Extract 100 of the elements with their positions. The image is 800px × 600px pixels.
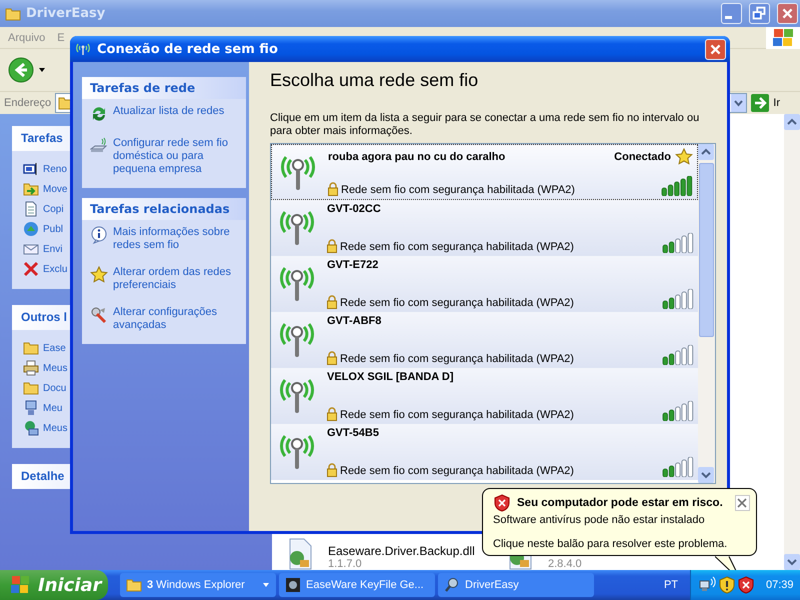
lock-icon: [328, 182, 338, 196]
wrench-icon: [90, 306, 108, 324]
security-text: Rede sem fio com segurança habilitada (WPA2): [340, 409, 574, 421]
task-link[interactable]: Meus: [43, 422, 68, 434]
document-icon: [23, 201, 39, 217]
network-row[interactable]: GVT-54B5 Rede sem fio com segurança habilitada (WPA2): [271, 424, 698, 480]
close-button[interactable]: [734, 495, 750, 511]
task-link[interactable]: Atualizar lista de redes: [113, 105, 224, 118]
task-link[interactable]: Copi: [43, 204, 64, 214]
computer-icon: [23, 400, 39, 416]
back-button[interactable]: [8, 57, 46, 83]
scroll-down-icon[interactable]: [784, 554, 800, 570]
star-icon: [675, 148, 693, 166]
info-icon: [90, 226, 108, 244]
task-link[interactable]: Alterar configurações avançadas: [113, 306, 242, 332]
folder-arrow-icon: [23, 181, 39, 197]
task-link[interactable]: Mais informações sobre redes sem fio: [113, 226, 242, 252]
minimize-icon: [725, 16, 732, 19]
caret-icon[interactable]: [262, 581, 270, 589]
arrow-icon: [751, 94, 770, 112]
shield-icon: [493, 494, 511, 512]
flag-icon: [766, 26, 800, 48]
file-version: 2.8.4.0: [548, 558, 582, 570]
restore-button[interactable]: [749, 3, 770, 24]
network-row[interactable]: GVT-E722 Rede sem fio com segurança habilitada (WPA2): [271, 256, 698, 312]
lock-icon: [327, 407, 337, 421]
description: Clique em um item da lista a seguir para se conectar a uma rede sem fio no intervalo ou para obter mais informações.: [270, 112, 700, 138]
printer-icon: [23, 360, 39, 376]
menu-item[interactable]: E: [57, 32, 65, 44]
task-link[interactable]: Meu: [43, 402, 62, 414]
globe-icon: [23, 221, 39, 237]
notification-balloon[interactable]: Seu computador pode estar em risco. Software antivírus pode não estar instalado Clique neste balão para resolver este problema.: [482, 488, 757, 556]
lock-icon: [327, 463, 337, 477]
start-button[interactable]: Iniciar: [0, 570, 108, 600]
task-link[interactable]: Publ: [43, 224, 64, 234]
go-button[interactable]: Ir: [751, 94, 796, 112]
security-text: Rede sem fio com segurança habilitada (WPA2): [340, 297, 574, 309]
taskbar-button[interactable]: 3 Windows Explorer: [120, 573, 276, 597]
lock-icon: [327, 351, 337, 365]
folder-icon: [23, 380, 39, 396]
file-name: Easeware.Driver.Backup.dll: [328, 545, 475, 558]
balloon-text: Software antivírus pode não estar instalado: [493, 514, 706, 527]
heading: Escolha uma rede sem fio: [270, 70, 480, 92]
shield-icon[interactable]: [737, 576, 755, 594]
cross-icon: [23, 261, 39, 277]
balloon-text: Clique neste balão para resolver este problema.: [493, 538, 728, 551]
task-link[interactable]: Meus: [43, 362, 68, 374]
task-link[interactable]: Configurar rede sem fio doméstica ou para pequena empresa: [113, 137, 242, 176]
network-row[interactable]: GVT-ABF8 Rede sem fio com segurança habilitada (WPA2): [271, 312, 698, 368]
window-title: DriverEasy: [26, 6, 106, 21]
connection-status: Conectado: [614, 151, 671, 163]
folder-icon: [126, 577, 142, 593]
security-text: Rede sem fio com segurança habilitada (WPA2): [340, 353, 574, 365]
network-name: GVT-E722: [327, 259, 378, 271]
close-icon: [737, 498, 748, 508]
network-row[interactable]: GVT-02CC Rede sem fio com segurança habilitada (WPA2): [271, 200, 698, 256]
dropdown-icon[interactable]: [731, 94, 746, 112]
task-link[interactable]: Move: [43, 184, 68, 194]
box-title[interactable]: Tarefas relacionadas: [82, 198, 246, 220]
clock: 07:39: [766, 579, 794, 591]
task-link[interactable]: Envi: [43, 244, 62, 254]
language-indicator[interactable]: PT: [664, 579, 678, 591]
folder-icon: [5, 6, 21, 22]
file-version: 1.1.7.0: [328, 558, 363, 570]
security-text: Rede sem fio com segurança habilitada (WPA2): [340, 465, 574, 477]
network-name: rouba agora pau no cu do caralho: [328, 151, 506, 163]
taskbar-button[interactable]: DriverEasy: [438, 573, 594, 597]
balloon-title: Seu computador pode estar em risco.: [517, 497, 723, 509]
scroll-thumb[interactable]: [699, 163, 714, 337]
network-name: GVT-02CC: [327, 203, 381, 215]
task-link[interactable]: Reno: [43, 164, 67, 174]
network-name: VELOX SGIL [BANDA D]: [327, 371, 454, 383]
minimize-button[interactable]: [721, 3, 742, 24]
network-icon[interactable]: [699, 576, 717, 594]
network-row[interactable]: rouba agora pau no cu do caralho Conectado Rede sem fio com segurança habilitada (WPA2): [271, 144, 698, 200]
lock-icon: [327, 295, 337, 309]
taskbar-button[interactable]: EaseWare KeyFile Ge...: [279, 573, 435, 597]
security-text: Rede sem fio com segurança habilitada (WPA2): [341, 184, 575, 196]
box-title[interactable]: Tarefas de rede: [82, 77, 246, 99]
antenna-icon: [74, 42, 92, 56]
task-link[interactable]: Alterar ordem das redes preferenciais: [113, 266, 242, 292]
network-row[interactable]: VELOX SGIL [BANDA D] Rede sem fio com segurança habilitada (WPA2): [271, 368, 698, 424]
scroll-up-icon[interactable]: [698, 144, 714, 160]
network-icon: [23, 420, 39, 436]
scroll-up-icon[interactable]: [784, 114, 800, 130]
shield-icon[interactable]: [718, 576, 736, 594]
flag-icon: [10, 575, 32, 595]
task-link[interactable]: Ease: [43, 342, 66, 354]
star-icon: [90, 266, 108, 284]
network-name: GVT-ABF8: [327, 315, 382, 327]
scrollbar[interactable]: [784, 114, 800, 570]
scrollbar[interactable]: [698, 144, 715, 483]
app-icon: [285, 577, 301, 593]
task-link[interactable]: Docu: [43, 382, 66, 394]
security-text: Rede sem fio com segurança habilitada (WPA2): [340, 241, 574, 253]
lock-icon: [327, 239, 337, 253]
menu-item[interactable]: Arquivo: [8, 32, 46, 44]
refresh-icon: [90, 105, 108, 123]
scroll-down-icon[interactable]: [698, 467, 714, 483]
task-link[interactable]: Exclu: [43, 264, 68, 274]
